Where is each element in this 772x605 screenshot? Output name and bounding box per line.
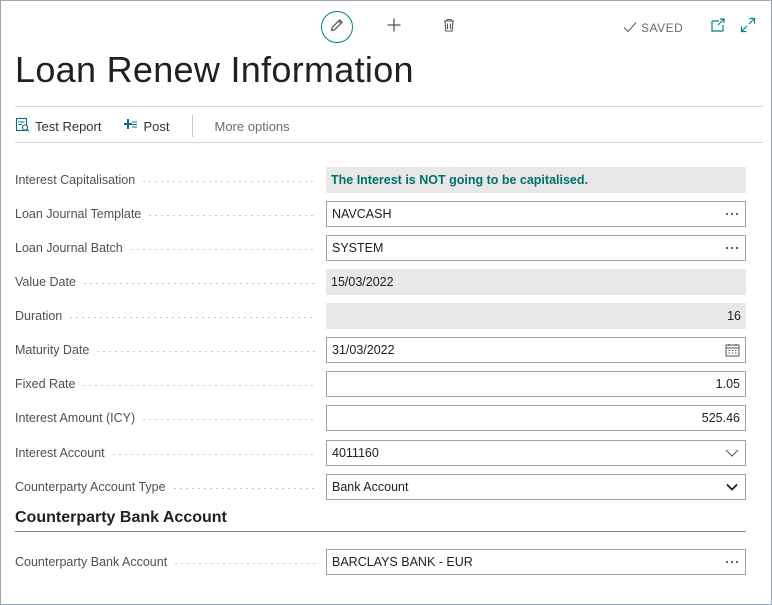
interest-capitalisation-value: The Interest is NOT going to be capitali… [326, 167, 746, 193]
loan-journal-template-field[interactable]: NAVCASH [326, 201, 746, 227]
report-icon [15, 117, 30, 135]
section-divider [15, 531, 746, 532]
expand-icon [740, 17, 756, 38]
section-title: Counterparty Bank Account [15, 509, 227, 526]
duration-value: 16 [326, 303, 746, 329]
post-icon [123, 117, 138, 135]
field-label: Maturity Date [15, 337, 321, 363]
lookup-ellipsis-icon[interactable] [724, 240, 740, 256]
counterparty-bank-account-field[interactable]: BARCLAYS BANK - EUR [326, 549, 746, 575]
divider [15, 142, 763, 143]
more-options-action[interactable]: More options [215, 119, 290, 134]
loan-journal-batch-row: Loan Journal Batch SYSTEM [15, 235, 746, 261]
leader-dots [171, 488, 315, 489]
fixed-rate-row: Fixed Rate 1.05 [15, 371, 746, 397]
pencil-icon [329, 17, 345, 38]
field-label: Interest Capitalisation [15, 167, 321, 193]
leader-dots [173, 563, 315, 564]
leader-dots [95, 351, 315, 352]
counterparty-bank-account-row: Counterparty Bank Account BARCLAYS BANK … [15, 549, 746, 575]
leader-dots [128, 249, 315, 250]
interest-amount-row: Interest Amount (ICY) 525.46 [15, 405, 746, 431]
open-in-new-window-button[interactable] [708, 17, 728, 37]
field-label: Interest Amount (ICY) [15, 405, 321, 431]
field-label: Counterparty Bank Account [15, 549, 321, 575]
open-in-new-window-icon [710, 17, 726, 38]
interest-account-field[interactable]: 4011160 [326, 440, 746, 466]
leader-dots [141, 181, 315, 182]
expand-button[interactable] [738, 17, 758, 37]
chevron-down-icon[interactable] [724, 445, 740, 461]
field-label: Loan Journal Template [15, 201, 321, 227]
interest-account-row: Interest Account 4011160 [15, 440, 746, 466]
page-frame: SAVED Loan Renew Information Test Report… [0, 0, 772, 605]
action-bar: Test Report Post More options [15, 113, 290, 139]
test-report-action[interactable]: Test Report [15, 117, 101, 135]
counterparty-account-type-row: Counterparty Account Type Bank Account [15, 474, 746, 500]
leader-dots [81, 385, 315, 386]
leader-dots [110, 454, 315, 455]
test-report-label: Test Report [35, 118, 102, 134]
interest-amount-field[interactable]: 525.46 [326, 405, 746, 431]
saved-status: SAVED [623, 19, 683, 37]
fixed-rate-field[interactable]: 1.05 [326, 371, 746, 397]
post-label: Post [143, 118, 170, 134]
edit-button[interactable] [321, 11, 353, 43]
field-label: Interest Account [15, 440, 321, 466]
post-action[interactable]: Post [123, 117, 170, 135]
checkmark-icon [623, 21, 637, 36]
maturity-date-row: Maturity Date 31/03/2022 [15, 337, 746, 363]
more-options-label: More options [214, 118, 290, 134]
value-date-row: Value Date 15/03/2022 [15, 269, 746, 295]
duration-row: Duration 16 [15, 303, 746, 329]
counterparty-account-type-select[interactable]: Bank Account [326, 474, 746, 500]
loan-journal-batch-field[interactable]: SYSTEM [326, 235, 746, 261]
field-label: Fixed Rate [15, 371, 321, 397]
maturity-date-field[interactable]: 31/03/2022 [326, 337, 746, 363]
plus-icon [386, 17, 402, 38]
saved-label: SAVED [641, 21, 684, 35]
lookup-ellipsis-icon[interactable] [724, 206, 740, 222]
chevron-down-icon[interactable] [724, 479, 740, 495]
leader-dots [141, 419, 315, 420]
field-label: Duration [15, 303, 321, 329]
divider [15, 106, 763, 107]
trash-icon [441, 17, 457, 38]
field-label: Value Date [15, 269, 321, 295]
page-title: Loan Renew Information [15, 49, 414, 90]
action-separator [191, 115, 193, 137]
lookup-ellipsis-icon[interactable] [724, 554, 740, 570]
interest-capitalisation-row: Interest Capitalisation The Interest is … [15, 167, 746, 193]
leader-dots [147, 215, 315, 216]
field-label: Loan Journal Batch [15, 235, 321, 261]
value-date-value: 15/03/2022 [326, 269, 746, 295]
leader-dots [81, 283, 315, 284]
delete-button[interactable] [439, 17, 459, 37]
field-label: Counterparty Account Type [15, 474, 321, 500]
loan-journal-template-row: Loan Journal Template NAVCASH [15, 201, 746, 227]
leader-dots [68, 317, 315, 318]
calendar-icon[interactable] [724, 342, 740, 358]
new-button[interactable] [384, 17, 404, 37]
